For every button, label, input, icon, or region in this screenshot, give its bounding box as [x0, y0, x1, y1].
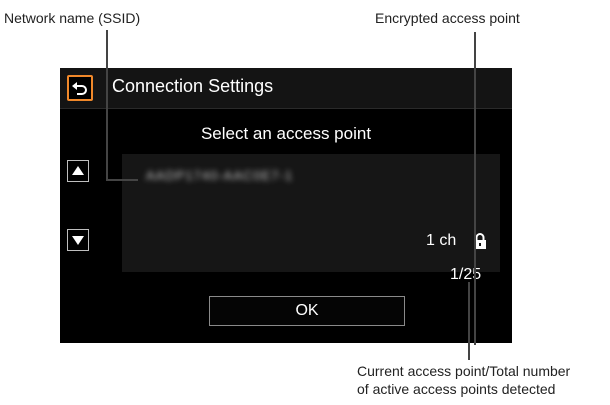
title-bar: Connection Settings — [60, 68, 512, 109]
up-triangle-icon — [72, 166, 84, 175]
callout-counter-line-1: Current access point/Total number — [357, 363, 571, 379]
callout-ssid-label: Network name (SSID) — [4, 10, 141, 26]
callout-counter-label: Current access point/Total number of act… — [357, 362, 570, 398]
access-point-entry[interactable]: AADP1740-AAC0E7-1 1 ch — [122, 154, 500, 272]
leader-counter — [468, 282, 470, 360]
page-subtitle: Select an access point — [200, 124, 372, 143]
ok-button[interactable]: OK — [209, 296, 405, 326]
leader-encrypted — [474, 32, 476, 345]
scroll-down-button[interactable] — [67, 229, 89, 251]
callout-counter-line-2: of active access points detected — [357, 381, 556, 397]
down-triangle-icon — [72, 236, 84, 245]
callout-encrypted-label: Encrypted access point — [375, 10, 520, 26]
camera-screen: Connection Settings Select an access poi… — [60, 68, 512, 343]
back-arrow-icon — [72, 82, 87, 95]
ssid-text: AADP1740-AAC0E7-1 — [146, 168, 294, 183]
access-point-counter: 1/25 — [450, 266, 482, 283]
channel-text: 1 ch — [426, 232, 457, 249]
leader-ssid-vertical — [106, 30, 108, 180]
back-button[interactable] — [67, 75, 93, 101]
leader-ssid-horizontal — [106, 179, 138, 181]
scroll-up-button[interactable] — [67, 160, 89, 182]
page-title: Connection Settings — [112, 76, 274, 96]
